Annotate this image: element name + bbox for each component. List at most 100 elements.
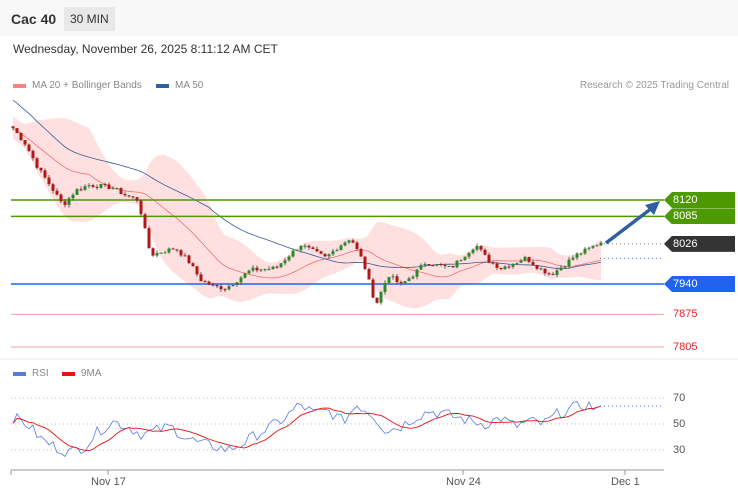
candle: [303, 245, 307, 247]
bollinger-band: [13, 116, 601, 309]
candle: [523, 256, 527, 261]
candle: [267, 268, 271, 270]
candle: [287, 256, 291, 261]
candle: [579, 253, 583, 255]
candle: [31, 150, 35, 159]
candle: [143, 214, 147, 229]
candle: [491, 262, 495, 264]
candle: [227, 286, 231, 290]
candle: [559, 267, 563, 271]
candle: [315, 249, 319, 252]
candle: [67, 198, 71, 205]
candle: [547, 273, 551, 275]
candle: [291, 250, 295, 257]
candle: [419, 265, 423, 270]
candle: [515, 262, 519, 264]
candle: [563, 266, 567, 268]
candle: [19, 132, 23, 141]
candle: [399, 281, 403, 284]
candle: [55, 190, 59, 195]
candle: [183, 255, 187, 257]
candle: [503, 266, 507, 270]
candle: [63, 201, 67, 205]
candle: [215, 285, 219, 287]
candle: [311, 247, 315, 250]
candle: [499, 267, 503, 270]
price-chart[interactable]: [0, 0, 738, 500]
candle: [75, 189, 79, 195]
candle: [447, 265, 451, 267]
candle: [451, 265, 455, 268]
candle: [247, 270, 251, 274]
x-label: Nov 24: [446, 476, 481, 488]
candle: [459, 259, 463, 261]
level-label-8026: 8026: [664, 235, 735, 252]
candle: [231, 284, 235, 287]
candle: [599, 242, 603, 246]
candle: [71, 194, 75, 199]
rsi-level-70: 70: [673, 392, 686, 404]
candle: [359, 248, 363, 257]
level-label-8085: 8085: [664, 208, 735, 225]
candle: [187, 255, 191, 264]
level-label-7805: 7805: [673, 341, 698, 353]
candle: [51, 184, 55, 191]
candle: [39, 167, 43, 171]
candle: [511, 263, 515, 267]
candle: [487, 254, 491, 263]
candle: [259, 269, 263, 271]
candle: [255, 267, 259, 271]
level-label-8120: 8120: [664, 192, 735, 208]
candle: [275, 266, 279, 268]
candle: [99, 184, 103, 188]
candle: [235, 282, 239, 285]
candle: [583, 248, 587, 254]
candle: [179, 250, 183, 256]
candle: [199, 274, 203, 282]
candle: [299, 246, 303, 250]
candle: [11, 126, 15, 129]
candle: [151, 248, 155, 256]
candle: [175, 249, 179, 251]
candle: [467, 252, 471, 257]
candle: [123, 194, 127, 196]
candle: [379, 292, 383, 303]
candle: [135, 197, 139, 201]
candle: [535, 264, 539, 269]
rsi-line: [12, 400, 602, 457]
candle: [327, 254, 331, 257]
candle: [211, 284, 215, 286]
candle: [207, 281, 211, 285]
candle: [131, 196, 135, 198]
candle: [323, 253, 327, 257]
candle: [47, 177, 51, 185]
candle: [279, 263, 283, 268]
candle: [83, 186, 87, 190]
candle: [103, 184, 107, 186]
candle: [543, 268, 547, 274]
candle: [95, 186, 99, 188]
candle: [147, 228, 151, 249]
candle: [27, 144, 31, 151]
candle: [139, 200, 143, 215]
candle: [23, 140, 27, 145]
candle: [439, 264, 443, 266]
candle: [387, 277, 391, 283]
candle: [507, 266, 511, 268]
candle: [107, 184, 111, 190]
candle: [555, 270, 559, 275]
candle: [243, 273, 247, 278]
candle: [475, 246, 479, 250]
candle: [271, 266, 275, 269]
candle: [479, 246, 483, 250]
candle: [223, 289, 227, 291]
candle: [407, 278, 411, 282]
candle: [355, 242, 359, 249]
candle: [423, 264, 427, 266]
candle: [471, 249, 475, 253]
candle: [595, 245, 599, 247]
candle: [319, 251, 323, 254]
candle: [587, 247, 591, 249]
candle: [167, 248, 171, 253]
rsi-level-30: 30: [673, 444, 686, 456]
